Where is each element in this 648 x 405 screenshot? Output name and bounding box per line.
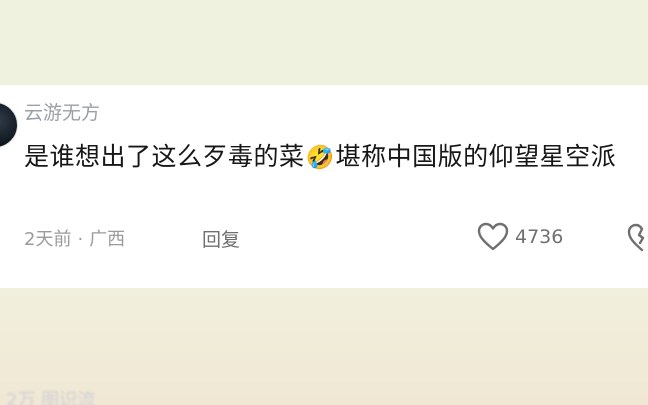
like-count: 4736 — [515, 226, 564, 248]
like-button[interactable]: 4736 — [477, 221, 563, 253]
video-background-top — [0, 0, 648, 85]
broken-heart-icon[interactable] — [626, 223, 648, 257]
comment-text-part1: 是谁想出了这么歹毒的菜 — [24, 142, 305, 171]
comment-text-part2: 堪称中国版的仰望星空派 — [335, 142, 617, 171]
reply-button[interactable]: 回复 — [202, 225, 240, 252]
comment-username[interactable]: 云游无方 — [24, 98, 100, 125]
heart-outline-icon[interactable] — [477, 222, 509, 252]
avatar[interactable] — [0, 102, 18, 148]
comment-meta: 2天前 · 广西 — [24, 225, 125, 251]
comment-card: 云游无方 是谁想出了这么歹毒的菜🤣堪称中国版的仰望星空派 2天前 · 广西 回复 4… — [0, 85, 648, 288]
rofl-emoji-icon: 🤣 — [305, 145, 335, 171]
comment-location: 广西 — [89, 229, 126, 250]
meta-separator: · — [77, 229, 84, 250]
watermark: 2万 图识流 — [6, 390, 96, 405]
comment-time: 2天前 — [24, 229, 72, 250]
comment-body: 是谁想出了这么歹毒的菜🤣堪称中国版的仰望星空派 — [24, 137, 648, 176]
